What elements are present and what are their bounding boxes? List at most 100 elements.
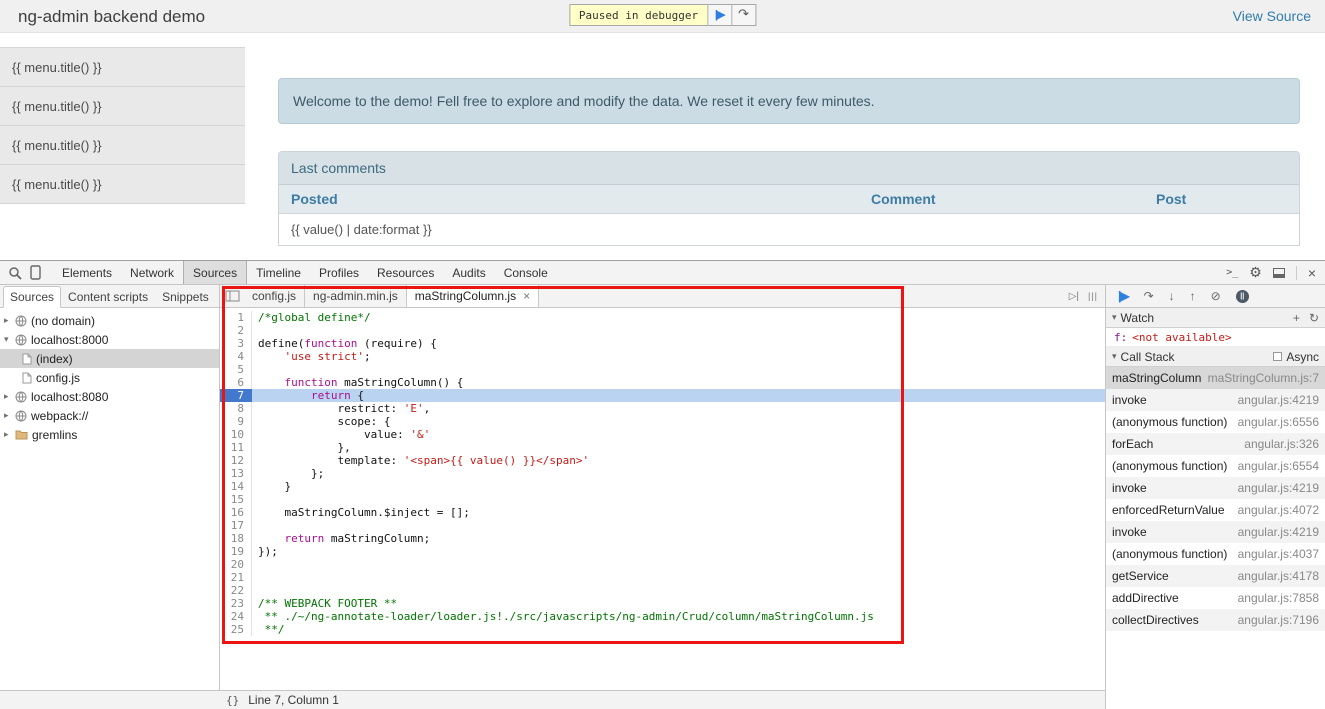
call-stack-frame[interactable]: angular.js:7196collectDirectives (1106, 609, 1325, 631)
tree-item-gremlins[interactable]: ▸ gremlins (0, 425, 219, 444)
editor-tab-ng-admin-min-js[interactable]: ng-admin.min.js (305, 285, 407, 307)
line-number[interactable]: 25 (220, 623, 252, 636)
code-line[interactable]: 24 ** ./~/ng-annotate-loader/loader.js!.… (220, 610, 1105, 623)
line-number[interactable]: 8 (220, 402, 252, 415)
tab-profiles[interactable]: Profiles (310, 261, 368, 284)
close-devtools-icon[interactable]: × (1308, 265, 1316, 281)
code-line[interactable]: 6 function maStringColumn() { (220, 376, 1105, 389)
call-stack-frame[interactable]: angular.js:4178getService (1106, 565, 1325, 587)
pretty-print-icon[interactable]: {} (226, 694, 239, 707)
line-number[interactable]: 13 (220, 467, 252, 480)
panel-layout-icon[interactable]: ||| (1088, 291, 1098, 301)
deactivate-breakpoints-icon[interactable]: ⊘ (1211, 289, 1221, 303)
code-line[interactable]: 3define(function (require) { (220, 337, 1105, 350)
menu-item[interactable]: {{ menu.title() }} (0, 126, 245, 165)
chevron-down-icon[interactable]: ▾ (4, 334, 15, 345)
call-stack-section-header[interactable]: ▾ Call Stack Async (1106, 347, 1325, 367)
step-over-icon[interactable]: ↷ (1144, 289, 1154, 303)
line-number[interactable]: 4 (220, 350, 252, 363)
tree-item-config-js[interactable]: config.js (0, 368, 219, 387)
tab-elements[interactable]: Elements (53, 261, 121, 284)
add-watch-icon[interactable]: + (1293, 311, 1300, 325)
refresh-watch-icon[interactable]: ↻ (1309, 311, 1319, 325)
gear-icon[interactable]: ⚙ (1249, 264, 1262, 281)
navigator-toggle-icon[interactable] (220, 285, 244, 307)
code-line[interactable]: 20 (220, 558, 1105, 571)
banner-step-over-button[interactable]: ↷ (732, 4, 756, 26)
line-number[interactable]: 3 (220, 337, 252, 350)
inspect-element-icon[interactable] (8, 266, 22, 280)
tab-resources[interactable]: Resources (368, 261, 443, 284)
line-number[interactable]: 14 (220, 480, 252, 493)
tree-item-localhost-8000[interactable]: ▾ localhost:8000 (0, 330, 219, 349)
async-checkbox-group[interactable]: Async (1273, 350, 1319, 364)
menu-item[interactable]: {{ menu.title() }} (0, 165, 245, 204)
resume-script-icon[interactable]: |▶ (1118, 289, 1129, 303)
code-line[interactable]: 11 }, (220, 441, 1105, 454)
console-drawer-icon[interactable]: >_ (1226, 267, 1238, 278)
step-into-icon[interactable]: ↓ (1169, 289, 1175, 303)
tab-network[interactable]: Network (121, 261, 183, 284)
close-tab-icon[interactable]: × (523, 289, 530, 303)
chevron-right-icon[interactable]: ▸ (4, 410, 15, 421)
tab-console[interactable]: Console (495, 261, 557, 284)
tab-audits[interactable]: Audits (443, 261, 494, 284)
line-number[interactable]: 2 (220, 324, 252, 337)
call-stack-frame[interactable]: angular.js:6554(anonymous function) (1106, 455, 1325, 477)
line-number[interactable]: 7 (220, 389, 252, 402)
code-line[interactable]: 14 } (220, 480, 1105, 493)
call-stack-frame[interactable]: angular.js:6556(anonymous function) (1106, 411, 1325, 433)
skip-icon[interactable]: ▷| (1069, 291, 1079, 302)
call-stack-frame[interactable]: angular.js:4219invoke (1106, 521, 1325, 543)
code-line[interactable]: 25 **/ (220, 623, 1105, 636)
column-header-comment[interactable]: Comment (859, 191, 1144, 207)
code-line[interactable]: 1/*global define*/ (220, 311, 1105, 324)
navigator-tab-sources[interactable]: Sources (3, 286, 61, 308)
code-line[interactable]: 19}); (220, 545, 1105, 558)
line-number[interactable]: 23 (220, 597, 252, 610)
code-line[interactable]: 9 scope: { (220, 415, 1105, 428)
code-line[interactable]: 23/** WEBPACK FOOTER ** (220, 597, 1105, 610)
column-header-posted[interactable]: Posted (279, 191, 859, 207)
chevron-right-icon[interactable]: ▸ (4, 429, 15, 440)
code-line[interactable]: 21 (220, 571, 1105, 584)
line-number[interactable]: 1 (220, 311, 252, 324)
code-line[interactable]: 5 (220, 363, 1105, 376)
call-stack-frame[interactable]: angular.js:4072enforcedReturnValue (1106, 499, 1325, 521)
code-line[interactable]: 7 return { (220, 389, 1105, 402)
line-number[interactable]: 16 (220, 506, 252, 519)
view-source-link[interactable]: View Source (1233, 8, 1311, 24)
line-number[interactable]: 20 (220, 558, 252, 571)
line-number[interactable]: 5 (220, 363, 252, 376)
call-stack-frame[interactable]: angular.js:4037(anonymous function) (1106, 543, 1325, 565)
call-stack-frame[interactable]: maStringColumn.js:7maStringColumn (1106, 367, 1325, 389)
chevron-right-icon[interactable]: ▸ (4, 315, 15, 326)
menu-item[interactable]: {{ menu.title() }} (0, 48, 245, 87)
chevron-right-icon[interactable]: ▸ (4, 391, 15, 402)
navigator-tab-content-scripts[interactable]: Content scripts (61, 286, 155, 308)
line-number[interactable]: 21 (220, 571, 252, 584)
column-header-post[interactable]: Post (1144, 191, 1299, 207)
code-line[interactable]: 15 (220, 493, 1105, 506)
code-line[interactable]: 12 template: '<span>{{ value() }}</span>… (220, 454, 1105, 467)
code-line[interactable]: 2 (220, 324, 1105, 337)
tree-item-index[interactable]: (index) (0, 349, 219, 368)
code-line[interactable]: 10 value: '&' (220, 428, 1105, 441)
tree-item-no-domain[interactable]: ▸ (no domain) (0, 311, 219, 330)
line-number[interactable]: 18 (220, 532, 252, 545)
tab-sources[interactable]: Sources (183, 261, 247, 284)
watch-section-header[interactable]: ▾ Watch + ↻ (1106, 308, 1325, 328)
async-checkbox[interactable] (1273, 352, 1282, 361)
table-row[interactable]: {{ value() | date:format }} (279, 214, 1299, 245)
tree-item-localhost-8080[interactable]: ▸ localhost:8080 (0, 387, 219, 406)
code-line[interactable]: 4 'use strict'; (220, 350, 1105, 363)
editor-tab-config-js[interactable]: config.js (244, 285, 305, 307)
code-line[interactable]: 13 }; (220, 467, 1105, 480)
step-out-icon[interactable]: ↑ (1190, 289, 1196, 303)
editor-tab-mastringcolumn-js[interactable]: maStringColumn.js × (407, 285, 539, 307)
line-number[interactable]: 11 (220, 441, 252, 454)
call-stack-frame[interactable]: angular.js:326forEach (1106, 433, 1325, 455)
code-line[interactable]: 18 return maStringColumn; (220, 532, 1105, 545)
line-number[interactable]: 24 (220, 610, 252, 623)
line-number[interactable]: 22 (220, 584, 252, 597)
